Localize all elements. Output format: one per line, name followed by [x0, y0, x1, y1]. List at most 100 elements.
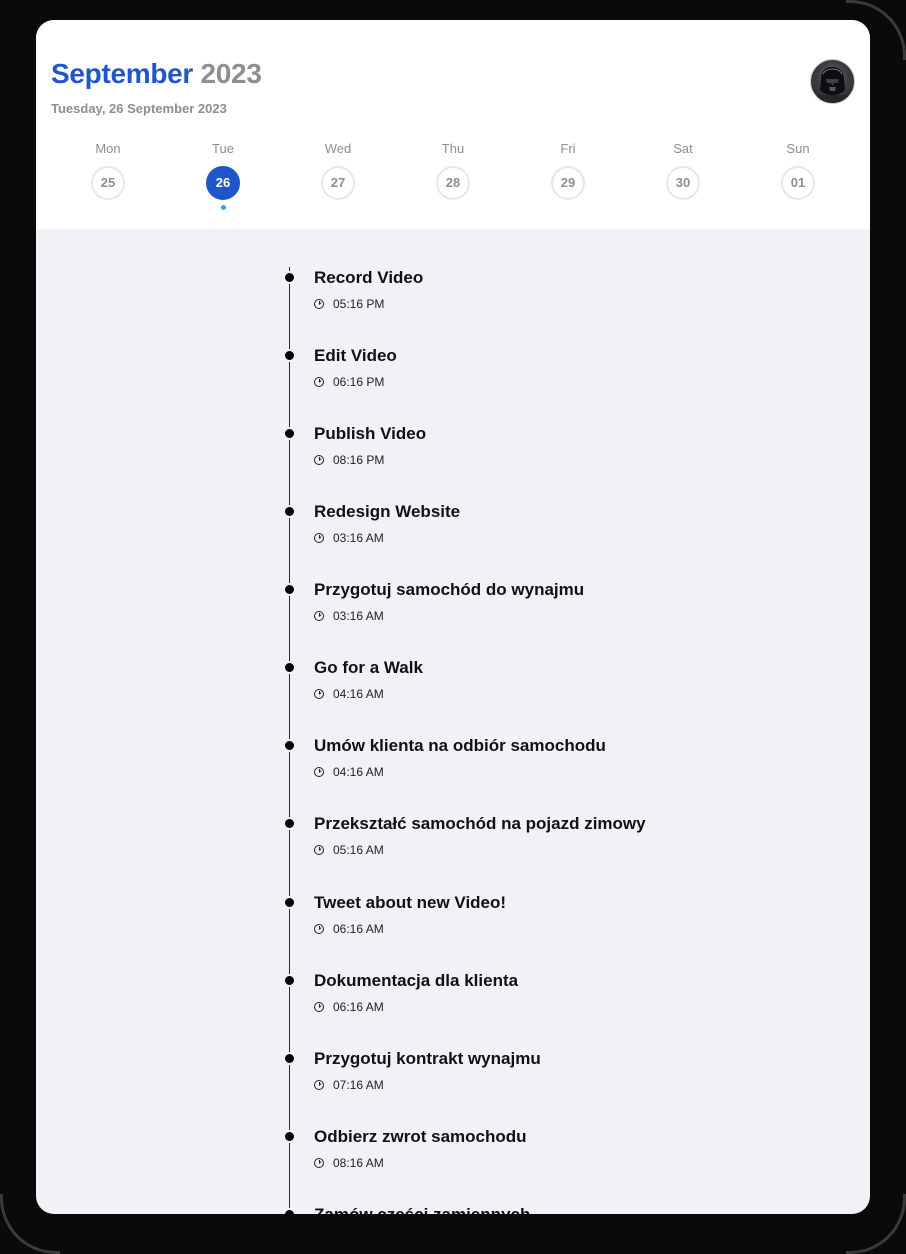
day-name: Wed — [324, 141, 352, 156]
event-time: 04:16 AM — [314, 686, 384, 702]
timeline-event[interactable]: Tweet about new Video! 06:16 AM — [36, 863, 870, 941]
day-name: Tue — [212, 141, 234, 156]
event-time-label: 04:16 AM — [333, 687, 384, 701]
day-number: 28 — [436, 166, 470, 200]
timeline-event[interactable]: Dokumentacja dla klienta 06:16 AM — [36, 941, 870, 1019]
day-tue[interactable]: Tue 26 — [183, 140, 263, 210]
timeline-marker — [283, 583, 296, 596]
day-mon[interactable]: Mon 25 — [68, 140, 148, 210]
event-time: 08:16 AM — [314, 1155, 384, 1171]
clock-icon — [314, 767, 324, 777]
avatar-icon — [817, 67, 848, 103]
page-title: September 2023 — [51, 58, 262, 90]
event-time-label: 08:16 AM — [333, 1156, 384, 1170]
current-date-label: Tuesday, 26 September 2023 — [51, 101, 227, 116]
day-number: 26 — [206, 166, 240, 200]
timeline-event[interactable]: Przygotuj kontrakt wynajmu 07:16 AM — [36, 1019, 870, 1097]
event-title: Przygotuj samochód do wynajmu — [314, 580, 585, 599]
day-name: Fri — [560, 141, 576, 156]
event-time: 06:16 PM — [314, 374, 384, 390]
day-indicator — [336, 205, 341, 210]
day-number: 27 — [321, 166, 355, 200]
day-number: 29 — [551, 166, 585, 200]
clock-icon — [314, 845, 324, 855]
clock-icon — [314, 1158, 324, 1168]
timeline-event[interactable]: Przygotuj samochód do wynajmu 03:16 AM — [36, 550, 870, 628]
profile-avatar[interactable] — [810, 59, 855, 104]
day-name: Sun — [786, 141, 810, 156]
timeline-marker — [283, 661, 296, 674]
event-time: 05:16 AM — [314, 842, 384, 858]
month-label: September — [51, 58, 194, 89]
day-name: Mon — [95, 141, 121, 156]
event-time: 07:16 AM — [314, 1077, 384, 1093]
day-sun[interactable]: Sun 01 — [758, 140, 838, 210]
timeline-event[interactable]: Publish Video 08:16 PM — [36, 394, 870, 472]
calendar-header: September 2023 Tuesday, 26 September 202… — [36, 20, 870, 229]
event-time-label: 05:16 AM — [333, 843, 384, 857]
timeline-marker — [283, 427, 296, 440]
timeline-event[interactable]: Redesign Website 03:16 AM — [36, 472, 870, 550]
timeline-marker — [283, 349, 296, 362]
event-title: Tweet about new Video! — [314, 893, 507, 912]
clock-icon — [314, 924, 324, 934]
event-time-label: 04:16 AM — [333, 765, 384, 779]
day-fri[interactable]: Fri 29 — [528, 140, 608, 210]
timeline-marker — [283, 1208, 296, 1214]
event-time: 06:16 AM — [314, 921, 384, 937]
event-time-label: 03:16 AM — [333, 609, 384, 623]
day-thu[interactable]: Thu 28 — [413, 140, 493, 210]
event-title: Dokumentacja dla klienta — [314, 971, 519, 990]
timeline-marker — [283, 505, 296, 518]
clock-icon — [314, 377, 324, 387]
event-time-label: 06:16 AM — [333, 922, 384, 936]
day-number: 30 — [666, 166, 700, 200]
event-time: 05:16 PM — [314, 296, 384, 312]
event-time-label: 08:16 PM — [333, 453, 385, 467]
event-title: Umów klienta na odbiór samochodu — [314, 736, 606, 755]
clock-icon — [314, 611, 324, 621]
event-time: 03:16 AM — [314, 608, 384, 624]
timeline-event[interactable]: Zamów części zamiennych — [36, 1175, 870, 1214]
event-time-label: 03:16 AM — [333, 531, 384, 545]
timeline-marker — [283, 271, 296, 284]
event-time: 08:16 PM — [314, 452, 384, 468]
event-title: Redesign Website — [314, 502, 461, 521]
day-wed[interactable]: Wed 27 — [298, 140, 378, 210]
day-indicator — [106, 205, 111, 210]
day-number: 01 — [781, 166, 815, 200]
timeline-event[interactable]: Record Video 05:16 PM — [36, 238, 870, 316]
day-indicator — [796, 205, 801, 210]
event-time: 06:16 AM — [314, 999, 384, 1015]
day-indicator — [566, 205, 571, 210]
event-title: Publish Video — [314, 424, 427, 443]
clock-icon — [314, 1080, 324, 1090]
clock-icon — [314, 455, 324, 465]
event-title: Go for a Walk — [314, 658, 423, 677]
timeline-marker — [283, 896, 296, 909]
timeline-event[interactable]: Edit Video 06:16 PM — [36, 316, 870, 394]
clock-icon — [314, 689, 324, 699]
timeline-event[interactable]: Przekształć samochód na pojazd zimowy 05… — [36, 784, 870, 862]
week-strip: Mon 25 Tue 26 Wed 27 Thu 28 Fri 29 Sat 3… — [51, 140, 855, 220]
day-name: Sat — [673, 141, 693, 156]
clock-icon — [314, 299, 324, 309]
event-time-label: 06:16 PM — [333, 375, 385, 389]
clock-icon — [314, 533, 324, 543]
event-title: Przygotuj kontrakt wynajmu — [314, 1049, 541, 1068]
event-time: 04:16 AM — [314, 764, 384, 780]
clock-icon — [314, 1002, 324, 1012]
event-title: Zamów części zamiennych — [314, 1205, 530, 1214]
selected-day-indicator — [220, 205, 226, 210]
day-sat[interactable]: Sat 30 — [643, 140, 723, 210]
event-title: Edit Video — [314, 346, 397, 365]
day-name: Thu — [441, 141, 465, 156]
year-label: 2023 — [200, 58, 262, 89]
event-title: Odbierz zwrot samochodu — [314, 1127, 527, 1146]
event-title: Przekształć samochód na pojazd zimowy — [314, 814, 646, 833]
device-frame: September 2023 Tuesday, 26 September 202… — [0, 0, 906, 1254]
timeline-event[interactable]: Odbierz zwrot samochodu 08:16 AM — [36, 1097, 870, 1175]
timeline-event[interactable]: Umów klienta na odbiór samochodu 04:16 A… — [36, 706, 870, 784]
event-time-label: 07:16 AM — [333, 1078, 384, 1092]
timeline-event[interactable]: Go for a Walk 04:16 AM — [36, 628, 870, 706]
